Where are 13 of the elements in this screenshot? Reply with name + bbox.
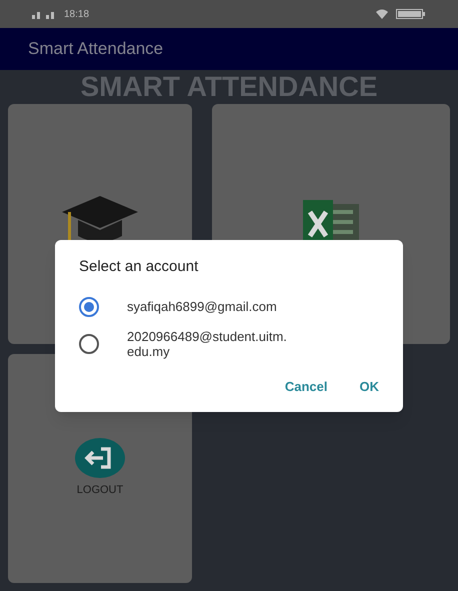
status-time: 18:18 — [64, 8, 90, 22]
logout-icon — [75, 438, 125, 478]
wifi-icon — [376, 9, 388, 19]
signal-icon — [32, 9, 56, 19]
dialog-title: Select an account — [79, 257, 200, 277]
app-title: Smart Attendance — [28, 38, 164, 60]
account-email: syafiqah6899@gmail.com — [127, 299, 278, 314]
radio-button[interactable] — [79, 334, 99, 354]
dialog-button[interactable]: Cancel — [284, 372, 328, 400]
radio-button[interactable] — [79, 296, 99, 316]
battery-icon — [396, 9, 426, 19]
card-label: LOGOUT — [76, 483, 124, 498]
dialog-button[interactable]: OK — [360, 372, 379, 400]
